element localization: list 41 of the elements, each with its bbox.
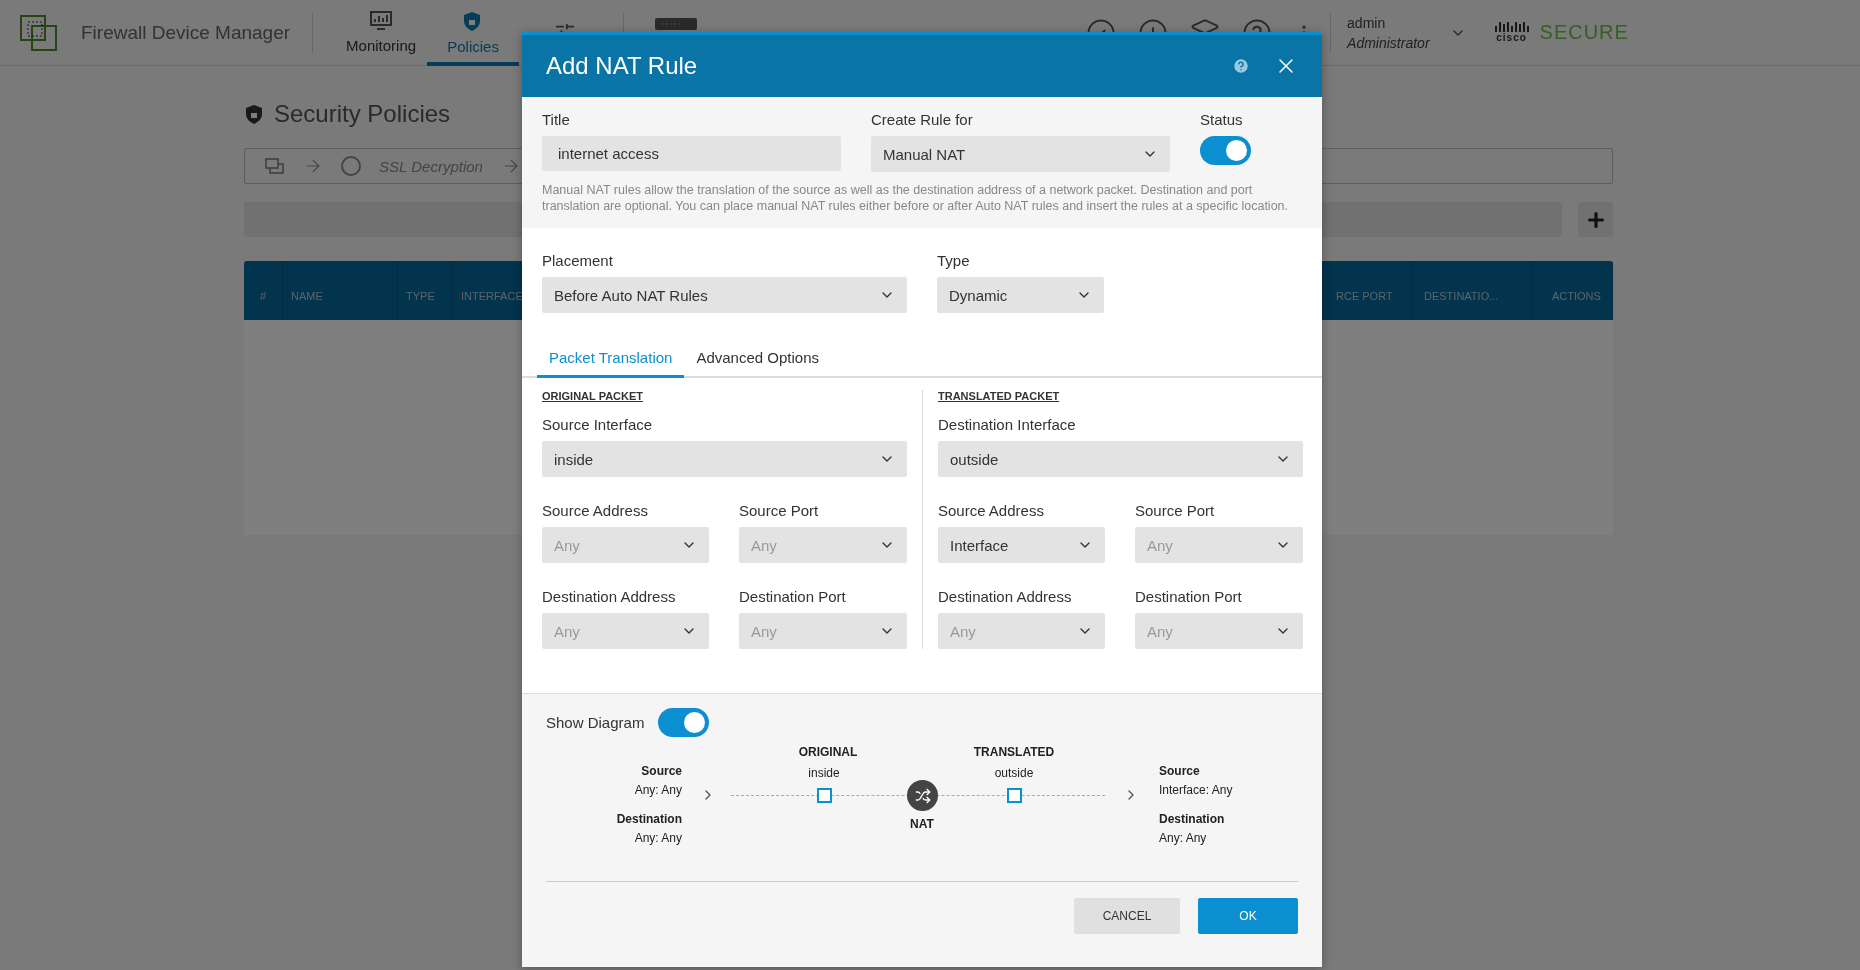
field-label: Destination Port [739,588,847,605]
diagram-value: Any: Any [634,783,682,797]
diagram-value: Any: Any [634,831,682,845]
description-text: Manual NAT rules allow the translation of the source as well as the destination address of a network packet. Destination and port translation are optional. You can place manual NAT rules either before or after Auto NAT rules and insert the rules at a specific location. [542,182,1290,214]
column-header: DESTINATIO... [1412,261,1532,320]
interface-label: inside [808,766,840,780]
field-label: Status [1200,111,1244,128]
diagram-label: NAT [910,817,934,831]
column-header: # [244,261,283,320]
field-label: Type [937,252,971,269]
field-label: Destination Address [938,588,1073,605]
field-label: Title [542,111,571,128]
section-heading: TRANSLATED PACKET [938,390,1061,402]
section-heading: ORIGINAL PACKET [542,390,645,402]
column-header: NAME [283,261,398,320]
field-label: Source Port [1135,502,1216,519]
page-title: Security Policies [274,100,451,128]
column-header: ACTIONS [1532,261,1613,320]
dialog-title: Add NAT Rule [546,52,699,80]
field-label: Source Interface [542,416,654,433]
field-label: Destination Interface [938,416,1077,433]
column-header: TYPE [398,261,453,320]
field-label: Destination Address [542,588,677,605]
brand-name: SECURE [1539,21,1629,44]
interface-label: outside [994,766,1034,780]
diagram-value: Interface: Any [1159,783,1233,797]
diagram-label: ORIGINAL [798,745,858,759]
field-label: Show Diagram [546,714,645,731]
field-label: Destination Port [1135,588,1243,605]
diagram-label: TRANSLATED [973,745,1055,759]
field-label: Source Port [739,502,820,519]
diagram-label: Source [641,764,682,778]
app-title: Firewall Device Manager [81,21,291,44]
cisco-wordmark: cisco [1496,32,1527,43]
diagram-label: Destination [1159,812,1225,826]
field-label: Create Rule for [871,111,974,128]
diagram-label: Source [1159,764,1200,778]
diagram-label: Destination [616,812,682,826]
field-label: Source Address [938,502,1045,519]
diagram-value: Any: Any [1159,831,1207,845]
field-label: Source Address [542,502,649,519]
